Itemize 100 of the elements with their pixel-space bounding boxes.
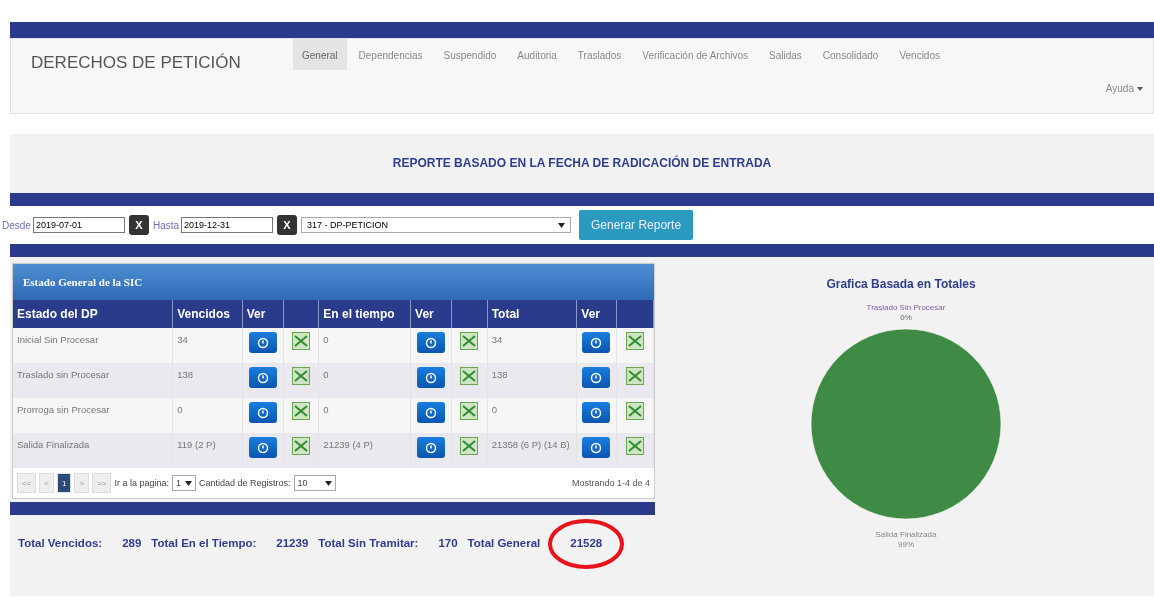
panel-title: Estado General de la SIC [23, 276, 143, 288]
view-button[interactable] [582, 367, 611, 388]
nav-tab[interactable]: Salidas [760, 39, 811, 70]
spreadsheet-icon[interactable] [460, 367, 479, 385]
spreadsheet-icon[interactable] [625, 367, 644, 385]
from-label: Desde [2, 219, 31, 231]
table-cell: 138 [487, 363, 577, 398]
total-value: 21239 [276, 537, 309, 549]
table-cell: 21358 (6 P) (14 B) [487, 433, 577, 468]
page-button[interactable]: >> [92, 473, 112, 493]
total-label: Total General [467, 537, 541, 549]
view-button[interactable] [417, 402, 446, 423]
nav-tab[interactable]: Auditoria [508, 39, 566, 70]
power-icon [256, 336, 269, 349]
total-label: Total En el Tiempo: [151, 537, 257, 549]
view-button[interactable] [248, 437, 277, 458]
caret-icon [185, 480, 193, 486]
total-value: 289 [122, 537, 142, 549]
app-title: DERECHOS DE PETICIÓN [30, 52, 242, 73]
column-header: Estado del DP [13, 300, 173, 328]
caret-icon [558, 222, 566, 228]
nav-tab[interactable]: Traslados [568, 39, 631, 70]
column-header [616, 300, 654, 328]
nav-tab[interactable]: Consolidado [813, 39, 888, 70]
column-header: Vencidos [172, 300, 243, 328]
record-count: Mostrando 1-4 de 4 [571, 478, 650, 488]
table-cell: 0 [318, 363, 411, 398]
table-cell: 0 [318, 398, 411, 433]
total-value: 21528 [570, 537, 603, 549]
page-button[interactable]: < [39, 473, 54, 493]
total-label: Total Sin Tramitar: [318, 537, 419, 549]
table-cell: Salida Finalizada [13, 433, 173, 468]
column-header: En el tiempo [318, 300, 411, 328]
total-value: 170 [438, 537, 458, 549]
table-cell: Traslado sin Procesar [13, 363, 173, 398]
nav-tab[interactable]: Dependencias [349, 39, 432, 70]
view-button[interactable] [248, 332, 277, 353]
spreadsheet-icon[interactable] [460, 437, 479, 455]
power-icon [425, 441, 438, 454]
view-button[interactable] [582, 332, 611, 353]
spreadsheet-icon[interactable] [292, 332, 311, 350]
dependency-select[interactable]: 317 - DP-PETICION [301, 217, 572, 233]
nav-tab[interactable]: Verificación de Archivos [633, 39, 757, 70]
table-cell: 0 [318, 328, 411, 363]
page-button[interactable]: 1 [57, 473, 72, 493]
column-header [283, 300, 319, 328]
table-cell: 138 [172, 363, 243, 398]
clear-button[interactable]: X [128, 215, 149, 235]
nav-tab[interactable]: Suspendido [434, 39, 506, 70]
page-button[interactable]: > [74, 473, 90, 493]
spreadsheet-icon[interactable] [292, 367, 311, 385]
spreadsheet-icon[interactable] [625, 437, 644, 455]
view-button[interactable] [417, 332, 446, 353]
help-menu[interactable]: Ayuda [1105, 83, 1143, 94]
view-button[interactable] [582, 402, 611, 423]
column-header: Total [487, 300, 577, 328]
date-field[interactable]: 2019-12-31 [181, 217, 274, 233]
slice-percent: 99% [898, 539, 914, 550]
spreadsheet-icon[interactable] [292, 437, 311, 455]
date-field[interactable]: 2019-07-01 [32, 217, 125, 233]
power-icon [590, 371, 603, 384]
table-cell: 34 [487, 328, 577, 363]
view-button[interactable] [582, 437, 611, 458]
power-icon [425, 371, 438, 384]
spreadsheet-icon[interactable] [460, 402, 479, 420]
column-header [451, 300, 488, 328]
caret-icon [1137, 86, 1143, 91]
power-icon [425, 406, 438, 419]
slice-label: Salida Finalizada [875, 530, 937, 540]
page-size-select[interactable]: 10 [293, 475, 336, 491]
view-button[interactable] [248, 402, 277, 423]
view-button[interactable] [417, 367, 446, 388]
generate-report-button[interactable]: Generar Reporte [579, 210, 694, 240]
table-cell: Prorroga sin Procesar [13, 398, 173, 433]
table-cell: Inicial Sin Procesar [13, 328, 173, 363]
view-button[interactable] [417, 437, 446, 458]
nav-tab[interactable]: Vencidos [890, 39, 949, 70]
report-title: REPORTE BASADO EN LA FECHA DE RADICACIÓN DE ENTRADA [391, 154, 773, 172]
view-button[interactable] [248, 367, 277, 388]
spreadsheet-icon[interactable] [292, 402, 311, 420]
table-cell: 119 (2 P) [172, 433, 243, 468]
nav-tab[interactable]: General [293, 39, 347, 70]
page-button[interactable]: << [17, 473, 37, 493]
spreadsheet-icon[interactable] [460, 332, 479, 350]
power-icon [256, 406, 269, 419]
column-header: Ver [410, 300, 452, 328]
slice-percent: 0% [900, 312, 912, 323]
spreadsheet-icon[interactable] [625, 332, 644, 350]
table-cell: 34 [172, 328, 243, 363]
page-size-label: Cantidad de Registros: [199, 478, 291, 488]
total-label: Total Vencidos: [18, 537, 103, 549]
power-icon [256, 371, 269, 384]
page-select[interactable]: 1 [172, 475, 197, 491]
table-cell: 0 [487, 398, 577, 433]
to-label: Hasta [152, 219, 180, 231]
caret-icon [324, 480, 332, 486]
power-icon [425, 336, 438, 349]
spreadsheet-icon[interactable] [625, 402, 644, 420]
power-icon [256, 441, 269, 454]
clear-button[interactable]: X [277, 215, 298, 235]
